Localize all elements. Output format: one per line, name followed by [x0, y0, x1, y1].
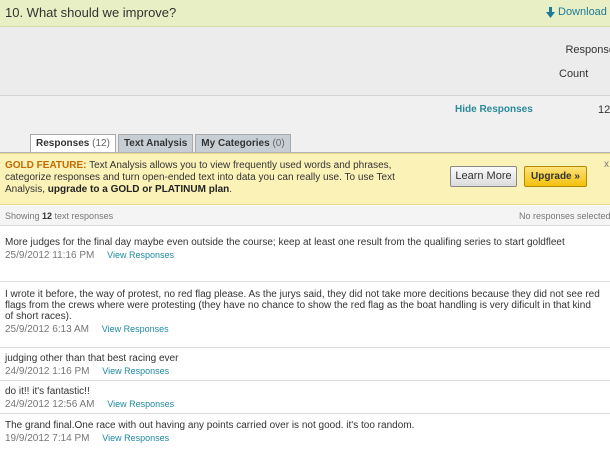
response-meta: 25/9/2012 11:16 PM View Responses	[5, 249, 605, 262]
gold-feature-message: GOLD FEATURE: Text Analysis allows you t…	[5, 160, 405, 196]
response-text: do it!! it's fantastic!!	[5, 386, 90, 397]
response-text: judging other than that best racing ever	[5, 353, 179, 364]
response-label: Response	[565, 44, 610, 56]
response-text: More judges for the final day maybe even…	[5, 237, 565, 248]
response-date: 24/9/2012 12:56 AM	[5, 399, 95, 410]
response-meta: 25/9/2012 6:13 AM View Responses	[5, 323, 605, 336]
view-responses-link[interactable]: View Responses	[102, 366, 169, 376]
response-text: I wrote it before, the way of protest, n…	[5, 289, 600, 322]
showing-suffix: text responses	[52, 211, 114, 221]
response-text: The grand final.One race with out having…	[5, 420, 415, 431]
showing-count-text: Showing 12 text responses	[5, 211, 113, 221]
question-header: 10. What should we improve? Download	[0, 0, 610, 27]
gold-feature-banner: GOLD FEATURE: Text Analysis allows you t…	[0, 153, 610, 205]
response-stats-box: Response Count	[0, 27, 610, 96]
learn-more-button[interactable]: Learn More	[450, 166, 517, 187]
selection-status: No responses selected	[519, 211, 610, 221]
tab-my-categories-label: My Categories	[201, 138, 270, 149]
tab-responses-count: (12)	[92, 138, 110, 149]
tab-my-categories-count: (0)	[272, 138, 285, 149]
tab-text-analysis[interactable]: Text Analysis	[117, 134, 194, 153]
close-banner-icon[interactable]: x	[604, 159, 609, 170]
view-responses-link[interactable]: View Responses	[107, 250, 174, 260]
response-item: do it!! it's fantastic!! 24/9/2012 12:56…	[0, 381, 610, 414]
response-date: 19/9/2012 7:14 PM	[5, 433, 90, 444]
hide-responses-link[interactable]: Hide Responses	[455, 104, 533, 115]
download-link[interactable]: Download	[546, 6, 607, 18]
tab-responses-label: Responses	[36, 138, 90, 149]
response-date: 25/9/2012 11:16 PM	[5, 250, 95, 261]
response-date: 24/9/2012 1:16 PM	[5, 366, 90, 377]
response-meta: 24/9/2012 1:16 PM View Responses	[5, 365, 605, 378]
response-meta: 24/9/2012 12:56 AM View Responses	[5, 398, 605, 411]
count-label: Count	[559, 68, 589, 80]
tab-responses[interactable]: Responses (12)	[30, 134, 116, 154]
response-item: The grand final.One race with out having…	[0, 414, 610, 447]
response-meta: 19/9/2012 7:14 PM View Responses	[5, 432, 605, 445]
response-item: More judges for the final day maybe even…	[0, 226, 610, 282]
download-arrow-icon	[546, 6, 555, 18]
response-date: 25/9/2012 6:13 AM	[5, 324, 89, 335]
download-label: Download	[558, 6, 607, 18]
response-item: judging other than that best racing ever…	[0, 348, 610, 381]
response-tabs: Responses (12) Text Analysis My Categori…	[30, 134, 291, 154]
showing-count: 12	[42, 211, 53, 221]
view-responses-link[interactable]: View Responses	[102, 433, 169, 443]
gold-feature-end: .	[229, 184, 233, 195]
tab-text-analysis-label: Text Analysis	[123, 138, 188, 149]
tab-my-categories[interactable]: My Categories (0)	[195, 134, 291, 153]
response-count-value: 12	[598, 104, 610, 116]
response-item: I wrote it before, the way of protest, n…	[0, 282, 610, 348]
upgrade-plan-text: upgrade to a GOLD or PLATINUM plan	[47, 184, 230, 195]
responses-list: More judges for the final day maybe even…	[0, 226, 610, 447]
question-title: 10. What should we improve?	[5, 5, 177, 20]
showing-bar: Showing 12 text responses No responses s…	[0, 206, 610, 226]
view-responses-link[interactable]: View Responses	[107, 399, 174, 409]
upgrade-button[interactable]: Upgrade »	[524, 166, 587, 187]
showing-prefix: Showing	[5, 211, 43, 221]
gold-feature-label: GOLD FEATURE:	[5, 160, 87, 171]
view-responses-link[interactable]: View Responses	[102, 324, 169, 334]
